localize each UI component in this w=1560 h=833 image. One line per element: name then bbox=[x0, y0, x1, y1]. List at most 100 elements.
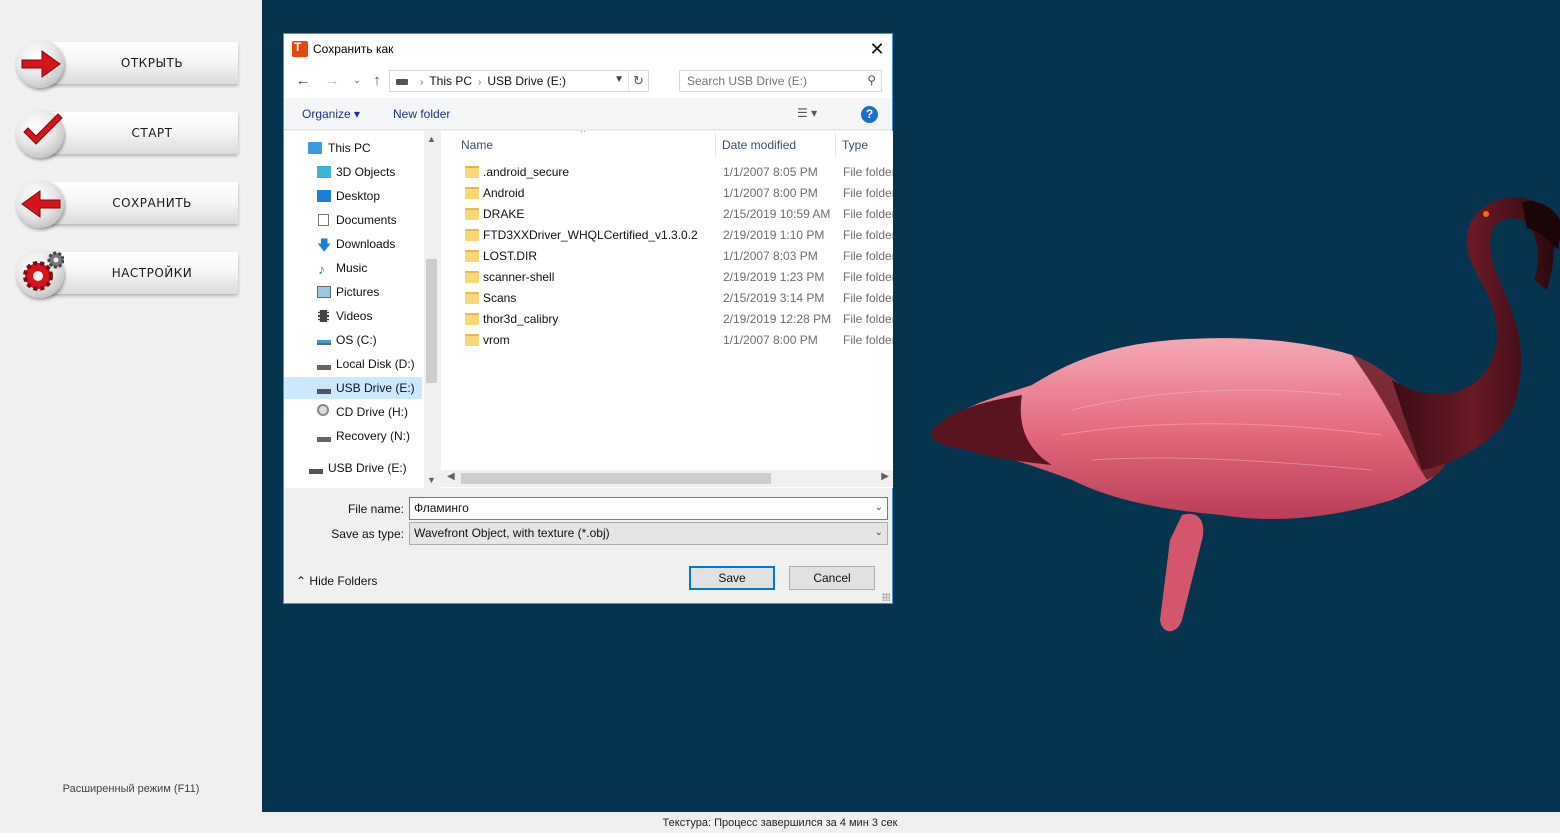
forward-arrow-icon[interactable]: → bbox=[323, 72, 341, 90]
folder-icon bbox=[465, 187, 479, 199]
nav-item-downloads[interactable]: 🡇 Downloads bbox=[284, 233, 422, 255]
scroll-left-icon[interactable]: ◀ bbox=[447, 471, 455, 482]
start-button[interactable]: СТАРТ bbox=[16, 110, 238, 158]
new-folder-button[interactable]: New folder bbox=[393, 107, 450, 121]
column-header-type[interactable]: Type bbox=[842, 131, 868, 159]
file-type: File folder bbox=[843, 186, 893, 200]
file-date: 1/1/2007 8:05 PM bbox=[723, 165, 818, 179]
usb-drive-icon bbox=[309, 469, 323, 474]
search-input[interactable] bbox=[687, 74, 857, 88]
column-divider[interactable] bbox=[835, 133, 836, 157]
nav-item-music[interactable]: ♪ Music bbox=[284, 257, 422, 279]
file-type: File folder bbox=[843, 249, 893, 263]
file-row[interactable]: DRAKE 2/15/2019 10:59 AM File folder bbox=[457, 204, 893, 225]
navigation-row: ← → ⌄ ↑ › This PC › USB Drive (E:) ▼ ↻ ⚲ bbox=[284, 64, 892, 98]
scroll-down-icon[interactable]: ▼ bbox=[424, 475, 439, 485]
refresh-icon[interactable]: ↻ bbox=[628, 71, 648, 91]
download-arrow-icon: 🡇 bbox=[317, 237, 332, 253]
file-row[interactable]: .android_secure 1/1/2007 8:05 PM File fold… bbox=[457, 162, 893, 183]
scroll-thumb[interactable] bbox=[426, 259, 437, 383]
drive-icon bbox=[317, 365, 331, 370]
document-icon bbox=[318, 214, 329, 226]
settings-button[interactable]: НАСТРОЙКИ bbox=[16, 250, 238, 298]
chevron-down-icon[interactable]: ⌄ bbox=[875, 527, 883, 538]
file-name-label: File name: bbox=[347, 502, 404, 516]
column-header-name[interactable]: Name bbox=[461, 131, 493, 159]
file-name-combo[interactable]: ⌄ bbox=[409, 497, 888, 520]
nav-item-label: Music bbox=[336, 261, 368, 275]
up-arrow-icon[interactable]: ↑ bbox=[368, 72, 386, 90]
help-icon[interactable]: ? bbox=[861, 106, 878, 123]
scroll-right-icon[interactable]: ▶ bbox=[881, 471, 889, 482]
address-dropdown-chevron-icon[interactable]: ▼ bbox=[614, 74, 624, 85]
nav-item-desktop[interactable]: Desktop bbox=[284, 185, 422, 207]
hide-folders-toggle[interactable]: ⌃ Hide Folders bbox=[296, 574, 377, 588]
folder-icon bbox=[465, 229, 479, 241]
chevron-down-icon[interactable]: ⌄ bbox=[875, 502, 883, 513]
breadcrumb-chevron-icon: › bbox=[478, 77, 482, 88]
close-icon[interactable]: ✕ bbox=[862, 34, 892, 64]
file-list: ^ Name Date modified Type .android_secur… bbox=[441, 131, 893, 488]
file-row[interactable]: Scans 2/15/2019 3:14 PM File folder bbox=[457, 288, 893, 309]
save-type-select[interactable]: Wavefront Object, with texture (*.obj) ⌄ bbox=[409, 522, 888, 545]
nav-item-usb-drive-e-root[interactable]: USB Drive (E:) bbox=[284, 457, 422, 479]
file-date: 2/15/2019 3:14 PM bbox=[723, 291, 825, 305]
save-app-button[interactable]: СОХРАНИТЬ bbox=[16, 180, 238, 228]
breadcrumb-usb-drive[interactable]: USB Drive (E:) bbox=[487, 74, 566, 88]
file-type: File folder bbox=[843, 228, 893, 242]
command-bar: Organize ▾ New folder ☰ ▾ ? bbox=[284, 98, 892, 130]
column-divider[interactable] bbox=[715, 133, 716, 157]
nav-item-label: OS (C:) bbox=[336, 333, 377, 347]
view-options-icon[interactable]: ☰ ▾ bbox=[797, 106, 837, 122]
nav-item-local-disk-d[interactable]: Local Disk (D:) bbox=[284, 353, 422, 375]
recent-locations-chevron-icon[interactable]: ⌄ bbox=[348, 72, 366, 90]
nav-item-cd-drive-h[interactable]: CD Drive (H:) bbox=[284, 401, 422, 423]
file-type: File folder bbox=[843, 207, 893, 221]
file-list-hscrollbar[interactable]: ◀ ▶ bbox=[441, 470, 893, 487]
search-box[interactable]: ⚲ bbox=[679, 70, 882, 92]
file-type: File folder bbox=[843, 270, 893, 284]
folder-icon bbox=[465, 250, 479, 262]
file-row[interactable]: vrom 1/1/2007 8:00 PM File folder bbox=[457, 330, 893, 351]
resize-grip-icon[interactable] bbox=[882, 593, 890, 601]
file-name: DRAKE bbox=[483, 207, 525, 221]
organize-button[interactable]: Organize ▾ bbox=[302, 107, 360, 121]
file-row[interactable]: thor3d_calibry 2/19/2019 12:28 PM File fol… bbox=[457, 309, 893, 330]
nav-item-os-c[interactable]: OS (C:) bbox=[284, 329, 422, 351]
file-row[interactable]: Android 1/1/2007 8:00 PM File folder bbox=[457, 183, 893, 204]
file-name-input[interactable] bbox=[414, 501, 854, 515]
scroll-up-icon[interactable]: ▲ bbox=[424, 134, 439, 144]
nav-item-this-pc[interactable]: This PC bbox=[284, 137, 422, 159]
file-date: 2/19/2019 12:28 PM bbox=[723, 312, 832, 326]
address-bar[interactable]: › This PC › USB Drive (E:) ▼ ↻ bbox=[389, 70, 649, 92]
nav-item-pictures[interactable]: Pictures bbox=[284, 281, 422, 303]
file-date: 2/19/2019 1:23 PM bbox=[723, 270, 825, 284]
nav-pane-scrollbar[interactable]: ▲ ▼ bbox=[424, 131, 439, 488]
file-row[interactable]: LOST.DIR 1/1/2007 8:03 PM File folder bbox=[457, 246, 893, 267]
open-button[interactable]: ОТКРЫТЬ bbox=[16, 40, 238, 88]
file-type: File folder bbox=[843, 291, 893, 305]
folder-icon bbox=[465, 166, 479, 178]
scroll-thumb[interactable] bbox=[461, 473, 771, 484]
save-button[interactable]: Save bbox=[689, 566, 775, 590]
file-row[interactable]: scanner-shell 2/19/2019 1:23 PM File folde… bbox=[457, 267, 893, 288]
file-name: thor3d_calibry bbox=[483, 312, 559, 326]
dialog-title-bar[interactable]: Сохранить как ✕ bbox=[284, 34, 892, 64]
nav-item-usb-drive-e[interactable]: USB Drive (E:) bbox=[284, 377, 422, 399]
file-date: 1/1/2007 8:00 PM bbox=[723, 333, 818, 347]
desktop-icon bbox=[317, 190, 331, 202]
nav-item-videos[interactable]: Videos bbox=[284, 305, 422, 327]
nav-item-recovery-n[interactable]: Recovery (N:) bbox=[284, 425, 422, 447]
navigation-pane: This PC 3D Objects Desktop Documents 🡇 D… bbox=[284, 131, 439, 488]
breadcrumb-this-pc[interactable]: This PC bbox=[429, 74, 472, 88]
column-header-date[interactable]: Date modified bbox=[722, 131, 796, 159]
cancel-button[interactable]: Cancel bbox=[789, 566, 875, 590]
status-bar: Текстура: Процесс завершился за 4 мин 3 … bbox=[0, 812, 1560, 833]
back-arrow-icon[interactable]: ← bbox=[294, 72, 312, 90]
nav-item-label: Downloads bbox=[336, 237, 396, 251]
extended-mode-hint[interactable]: Расширенный режим (F11) bbox=[0, 783, 262, 795]
dialog-title: Сохранить как bbox=[313, 42, 394, 56]
nav-item-3d-objects[interactable]: 3D Objects bbox=[284, 161, 422, 183]
file-row[interactable]: FTD3XXDriver_WHQLCertified_v1.3.0.2 2/19/… bbox=[457, 225, 893, 246]
nav-item-documents[interactable]: Documents bbox=[284, 209, 422, 231]
